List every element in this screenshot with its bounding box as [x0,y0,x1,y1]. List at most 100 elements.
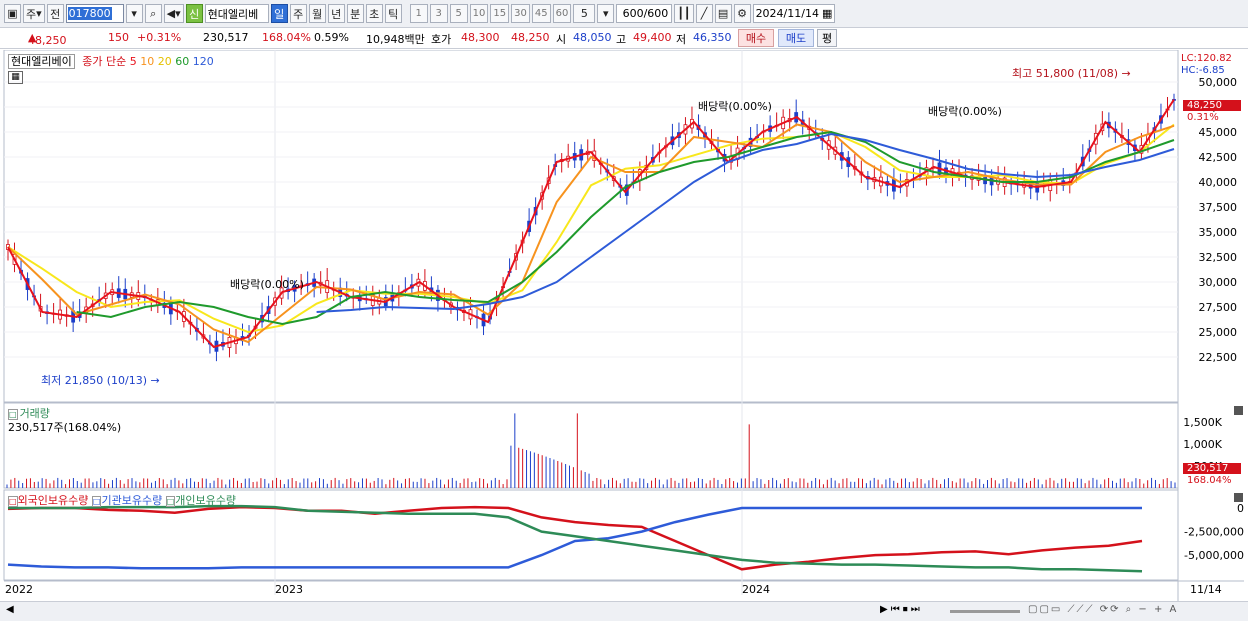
chart-canvas[interactable]: 50,00047,50045,00042,50040,00037,50035,0… [0,50,1248,601]
bid-price: 48,250 [511,31,550,44]
volume-pct: 168.04% [262,31,311,44]
quote-bar: 48,250 ▲ 150 +0.31% 230,517 168.04% 0.59… [0,28,1248,49]
hc-label: HC:-6.85 [1181,65,1225,76]
price-panel [3,50,1179,403]
stock-name-field[interactable]: 현대엘리베 [204,4,269,23]
data-count-field[interactable]: 600/600 [616,4,673,23]
price-tick-5: 37,500 [1199,201,1238,214]
ask-price: 48,300 [461,31,500,44]
ma5-label[interactable]: 5 [130,55,137,68]
drawing-tools[interactable]: ▢▢▭ ⟋⟋⟋ ⟳⟳ ⌕ − + A [1028,604,1178,615]
interval-10[interactable]: 10 [469,4,489,23]
price-change-pct: +0.31% [137,31,182,44]
dividend-note-1: 배당락(0.00%) [230,278,304,291]
high-label: 고 [616,33,627,46]
trade-amount: 10,948백만 [366,33,425,46]
ask-label: 호가 [431,33,452,46]
playback-controls[interactable]: ▶⏮⏹⏭ [880,604,923,615]
volume-tag: 230,517 [1183,463,1241,474]
tab-5[interactable]: 초 [365,4,383,23]
individual-legend[interactable]: □개인보유수량 [165,494,236,507]
price-tick-3: 42,500 [1199,151,1238,164]
dividend-note-3: 배당락(0.00%) [928,105,1002,118]
x-label-end: 11/14 [1190,583,1222,596]
interval-5[interactable]: 5 [449,4,468,23]
chart-scrollbar[interactable]: ◀ ▶⏮⏹⏭ ▢▢▭ ⟋⟋⟋ ⟳⟳ ⌕ − + A [0,601,1248,621]
window-icon[interactable]: ▣ [4,4,21,23]
current-price: 48,250 ▲ [28,31,67,47]
gear-icon[interactable]: ⚙ [733,4,751,23]
holding-tick-0: 0 [1237,502,1244,515]
open-label: 시 [556,33,567,46]
volume-tick-0: 1,500K [1183,416,1222,429]
interval-60[interactable]: 60 [552,4,572,23]
interval-30[interactable]: 30 [511,4,530,23]
current-pct-tag: 0.31% [1187,112,1219,123]
low-price: 46,350 [693,31,732,44]
open-price: 48,050 [573,31,612,44]
chart-area[interactable]: 50,00047,50045,00042,50040,00037,50035,0… [0,50,1248,601]
interval-dropdown-icon[interactable]: ▾ [597,4,615,23]
high-price: 49,400 [633,31,672,44]
price-tick-9: 27,500 [1199,301,1238,314]
ma20-label[interactable]: 20 [158,55,172,68]
ma-title[interactable]: 종가 단순 [82,55,126,68]
zoom-slider[interactable] [950,610,1020,613]
save-icon[interactable]: ▤ [714,4,732,23]
date-value: 2024/11/14 [755,7,819,20]
price-tick-11: 22,500 [1199,351,1238,364]
ma60-label[interactable]: 60 [175,55,189,68]
scroll-left-icon[interactable]: ◀ [6,604,14,615]
interval-1[interactable]: 1 [409,4,428,23]
candle-icon[interactable]: ┃┃ [674,4,694,23]
code-dropdown-icon[interactable]: ▾ [125,4,143,23]
buy-button[interactable]: 매수 [738,29,774,47]
table-icon[interactable]: ▦ [8,71,23,84]
tab-6[interactable]: 틱 [384,4,402,23]
sound-icon[interactable]: ◀▾ [163,4,184,23]
lc-label: LC:120.82 [1181,53,1232,64]
foreign-legend[interactable]: □외국인보유수량 [8,494,88,507]
draw-line-icon[interactable]: ╱ [695,4,713,23]
period-dropdown[interactable]: 주 ▾ [23,4,45,23]
interval-buttons: 1 3 5 10 15 30 45 60 [409,4,572,23]
period-tabs: 일주월년분초틱 [270,4,402,23]
institution-legend[interactable]: □기관보유수량 [91,494,162,507]
interval-value[interactable]: 5 [573,4,596,23]
interval-15[interactable]: 15 [490,4,510,23]
tab-3[interactable]: 년 [327,4,345,23]
volume-panel [3,402,1179,489]
dividend-note-2: 배당락(0.00%) [698,100,772,113]
low-annotation: 최저 21,850 (10/13) → [41,374,160,387]
date-field[interactable]: 2024/11/14 ▦ [752,4,835,23]
sell-button[interactable]: 매도 [778,29,814,47]
volume-value-label: 230,517주(168.04%) [8,421,122,434]
interval-3[interactable]: 3 [429,4,448,23]
interval-45[interactable]: 45 [531,4,551,23]
search-icon[interactable]: ⌕ [144,4,162,23]
prev-button[interactable]: 전 [46,4,64,23]
period-label: 주 [26,7,37,21]
ma10-label[interactable]: 10 [140,55,154,68]
turnover-pct: 0.59% [314,31,349,44]
tab-1[interactable]: 주 [289,4,307,23]
tab-2[interactable]: 월 [308,4,326,23]
holding-tick-2: -5,000,000 [1184,549,1244,562]
price-tick-6: 35,000 [1199,226,1238,239]
tab-0[interactable]: 일 [270,4,288,23]
stock-name-tag[interactable]: 현대엘리베이 [8,54,75,69]
new-badge[interactable]: 신 [185,4,203,23]
low-label: 저 [676,33,687,46]
price-tick-8: 30,000 [1199,276,1238,289]
volume-pct-tag: 168.04% [1187,475,1232,486]
ma120-label[interactable]: 120 [193,55,214,68]
evaluate-button[interactable]: 평 [817,29,837,47]
panel-close-icon-0 [1234,406,1243,415]
main-toolbar: ▣ 주 ▾ 전 017800 ▾ ⌕ ◀▾ 신 현대엘리베 일주월년분초틱 135… [0,0,1248,28]
calendar-icon[interactable]: ▦ [822,7,832,20]
x-label-2024: 2024 [742,583,770,596]
price-tick-10: 25,000 [1199,326,1238,339]
tab-4[interactable]: 분 [346,4,364,23]
stock-code-input[interactable]: 017800 [65,4,124,23]
volume-tick-1: 1,000K [1183,438,1222,451]
